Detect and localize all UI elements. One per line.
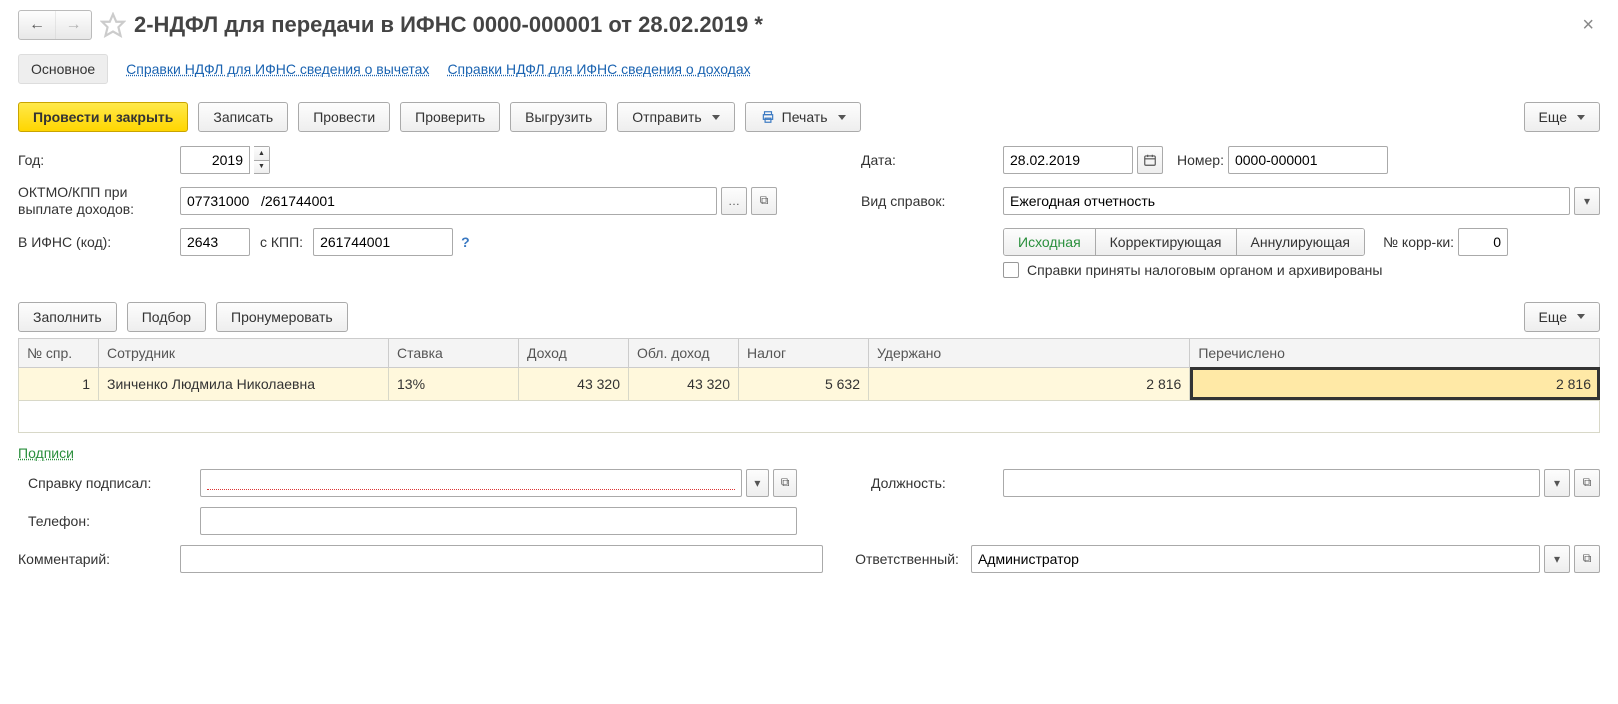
kind-input[interactable] [1003,187,1570,215]
post-button[interactable]: Провести [298,102,390,132]
oktmo-label: ОКТМО/КПП при выплате доходов: [18,184,168,218]
corr-input[interactable] [1458,228,1508,256]
kind-dropdown-icon[interactable]: ▾ [1574,187,1600,215]
archived-checkbox[interactable] [1003,262,1019,278]
printer-icon [760,110,776,124]
position-label: Должность: [871,475,991,491]
position-open-icon[interactable]: ⧉ [1574,469,1600,497]
table-more-label: Еще [1539,309,1568,325]
col-rate: Ставка [389,338,519,367]
kind-label: Вид справок: [861,193,991,209]
cell-withheld[interactable]: 2 816 [869,367,1190,400]
page-title: 2-НДФЛ для передачи в ИФНС 0000-000001 о… [134,12,1568,38]
signed-label: Справку подписал: [18,475,188,491]
toggle-cancelling[interactable]: Аннулирующая [1237,229,1365,255]
signed-input[interactable] [200,469,742,497]
help-icon[interactable]: ? [457,234,474,250]
cell-emp[interactable]: Зинченко Людмила Николаевна [99,367,389,400]
signatures-link[interactable]: Подписи [18,445,74,461]
comment-input[interactable] [180,545,823,573]
responsible-input[interactable] [971,545,1540,573]
calendar-icon[interactable] [1137,146,1163,174]
comment-label: Комментарий: [18,551,168,567]
year-label: Год: [18,152,168,168]
spin-up-icon[interactable]: ▲ [254,147,269,161]
tab-deductions-link[interactable]: Справки НДФЛ для ИФНС сведения о вычетах [126,61,429,77]
send-button[interactable]: Отправить [617,102,734,132]
cell-n[interactable]: 1 [19,367,99,400]
col-n: № спр. [19,338,99,367]
send-label: Отправить [632,109,701,125]
kpp-input[interactable] [313,228,453,256]
corr-label: № корр-ки: [1383,234,1454,250]
col-tax: Налог [739,338,869,367]
oktmo-input[interactable] [180,187,717,215]
toggle-correcting[interactable]: Корректирующая [1096,229,1237,255]
check-button[interactable]: Проверить [400,102,500,132]
forward-button[interactable]: → [55,11,91,39]
signed-dropdown-icon[interactable]: ▾ [746,469,770,497]
table-more-button[interactable]: Еще [1524,302,1601,332]
oktmo-open-icon[interactable]: ⧉ [751,187,777,215]
date-label: Дата: [861,152,991,168]
archived-label: Справки приняты налоговым органом и архи… [1027,262,1382,278]
toggle-original[interactable]: Исходная [1004,229,1096,255]
employees-table: № спр. Сотрудник Ставка Доход Обл. доход… [18,338,1600,433]
col-income: Доход [519,338,629,367]
phone-input[interactable] [200,507,797,535]
close-icon[interactable]: × [1576,14,1600,37]
ifns-input[interactable] [180,228,250,256]
fill-button[interactable]: Заполнить [18,302,117,332]
more-button[interactable]: Еще [1524,102,1601,132]
cell-rate[interactable]: 13% [389,367,519,400]
year-input[interactable] [180,146,250,174]
tab-main[interactable]: Основное [18,54,108,84]
nav-buttons: ← → [18,10,92,40]
cell-tax[interactable]: 5 632 [739,367,869,400]
signed-open-icon[interactable]: ⧉ [773,469,797,497]
date-input[interactable] [1003,146,1133,174]
form-type-toggle: Исходная Корректирующая Аннулирующая [1003,228,1365,256]
print-button[interactable]: Печать [745,102,861,132]
number-label: Номер: [1177,152,1224,168]
oktmo-ellipsis-icon[interactable]: … [721,187,747,215]
position-input[interactable] [1003,469,1540,497]
table-row[interactable]: 1 Зинченко Людмила Николаевна 13% 43 320… [19,367,1600,400]
back-button[interactable]: ← [19,11,55,39]
ifns-label: В ИФНС (код): [18,234,168,250]
phone-label: Телефон: [18,513,188,529]
year-spinner[interactable]: ▲▼ [254,146,270,174]
cell-tax-income[interactable]: 43 320 [629,367,739,400]
cell-income[interactable]: 43 320 [519,367,629,400]
col-withheld: Удержано [869,338,1190,367]
post-and-close-button[interactable]: Провести и закрыть [18,102,188,132]
print-label: Печать [782,109,828,125]
pick-button[interactable]: Подбор [127,302,206,332]
more-label: Еще [1539,109,1568,125]
responsible-label: Ответственный: [855,551,959,567]
save-button[interactable]: Записать [198,102,288,132]
col-emp: Сотрудник [99,338,389,367]
export-button[interactable]: Выгрузить [510,102,607,132]
col-tax-income: Обл. доход [629,338,739,367]
kpp-label: с КПП: [260,234,303,250]
number-input[interactable] [1228,146,1388,174]
cell-transferred[interactable]: 2 816 [1190,367,1600,400]
table-row-empty[interactable] [19,400,1600,432]
spin-down-icon[interactable]: ▼ [254,161,269,174]
responsible-dropdown-icon[interactable]: ▾ [1544,545,1570,573]
responsible-open-icon[interactable]: ⧉ [1574,545,1600,573]
favorite-star-icon[interactable] [100,12,126,38]
position-dropdown-icon[interactable]: ▾ [1544,469,1570,497]
renumber-button[interactable]: Пронумеровать [216,302,348,332]
tab-incomes-link[interactable]: Справки НДФЛ для ИФНС сведения о доходах [447,61,750,77]
col-transferred: Перечислено [1190,338,1600,367]
